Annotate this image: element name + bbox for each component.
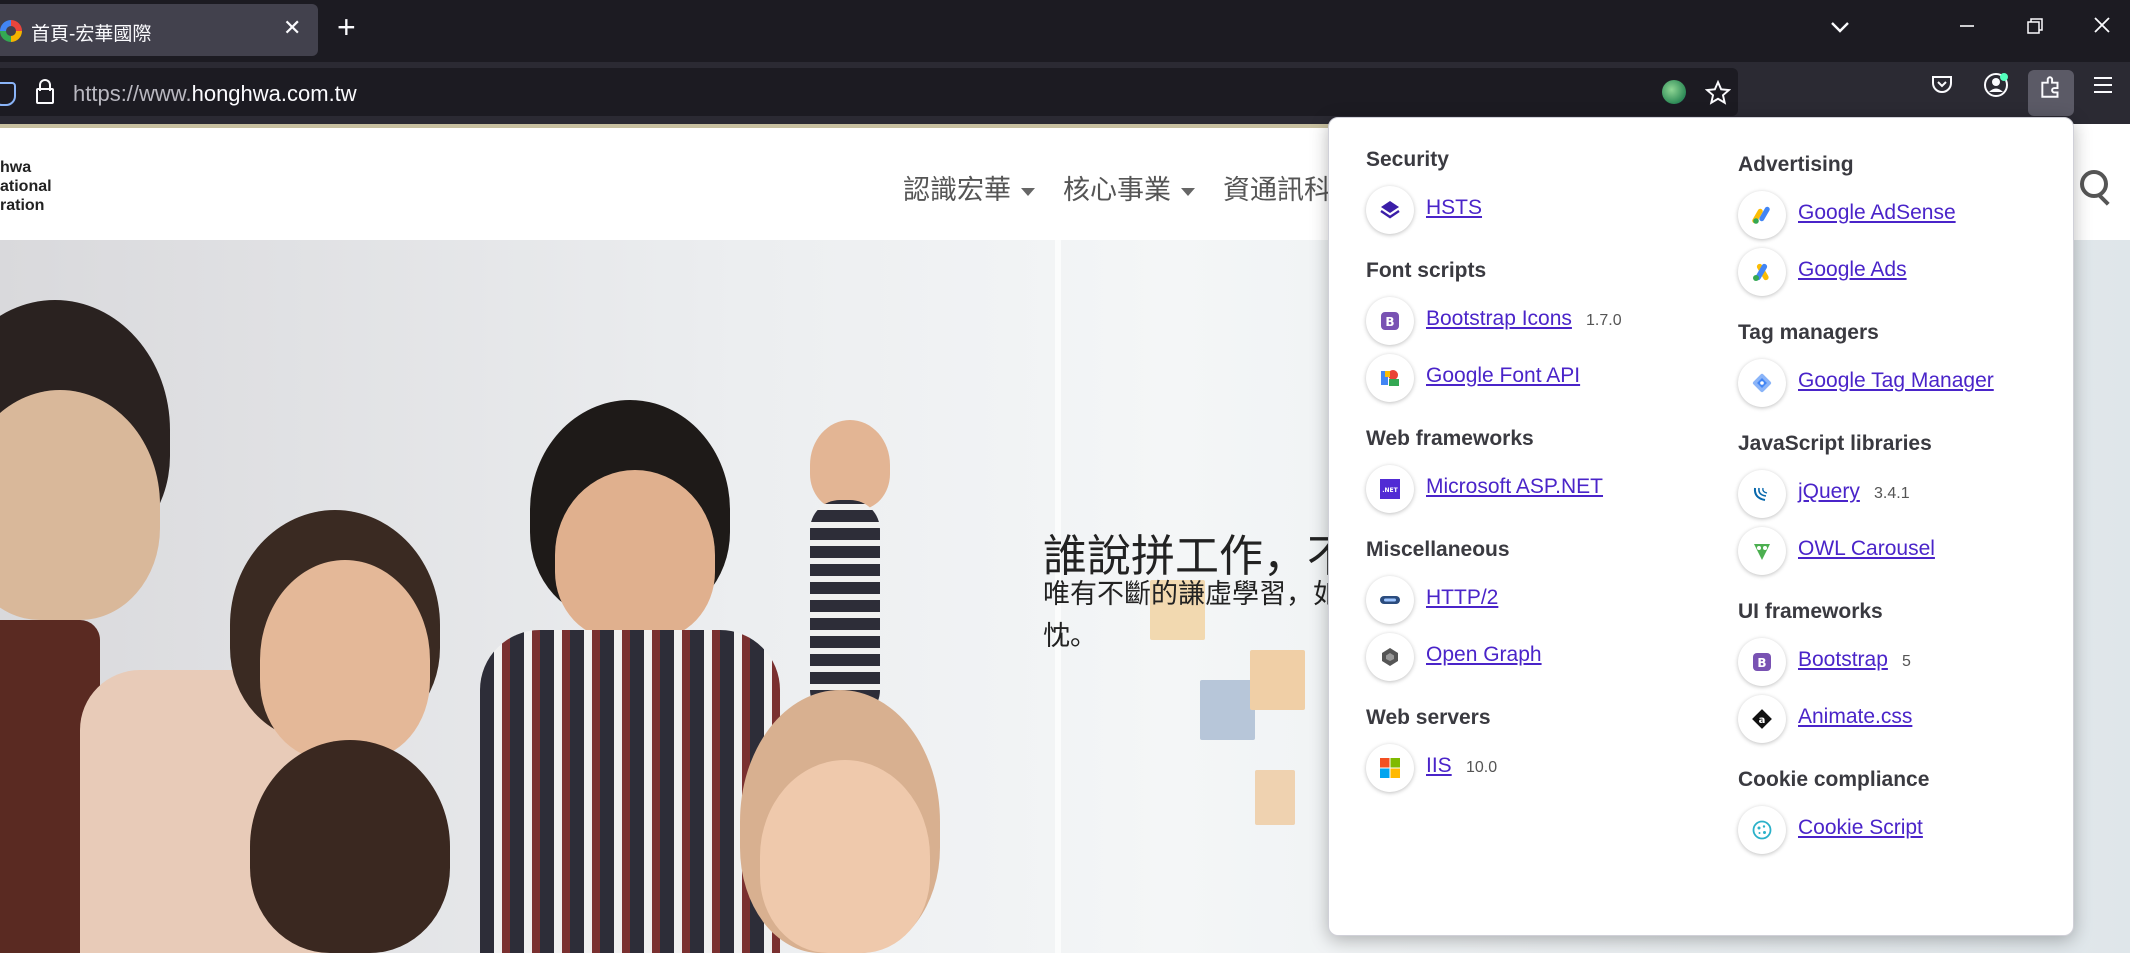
category-heading: Advertising [1738, 153, 1854, 176]
url-text[interactable]: https://www.honghwa.com.tw [73, 81, 357, 107]
technology-version: 3.4.1 [1874, 485, 1910, 502]
technology-link[interactable]: HTTP/2 [1426, 586, 1498, 610]
active-tab[interactable]: 首頁-宏華國際 ✕ [0, 4, 318, 56]
technology-profiler-popup: Security HSTS Font scripts B Bootstrap Icons… [1328, 117, 2074, 936]
google-tag-manager-icon [1738, 359, 1786, 407]
extensions-button[interactable] [2028, 70, 2074, 116]
iis-icon [1366, 744, 1414, 792]
navigation-toolbar: https://www.honghwa.com.tw [0, 62, 2130, 124]
technology-link[interactable]: Google Font API [1426, 364, 1580, 388]
technology-link[interactable]: Google AdSense [1798, 201, 1956, 225]
technology-link[interactable]: Bootstrap Icons [1426, 307, 1572, 331]
restore-icon[interactable] [2026, 10, 2044, 46]
tracking-shield-icon[interactable] [0, 82, 16, 106]
animate-css-icon: a [1738, 695, 1786, 743]
category-heading: Font scripts [1366, 259, 1487, 282]
extensions-icon [2041, 76, 2059, 98]
tab-bar: 首頁-宏華國際 ✕ + [0, 0, 2130, 62]
tab-title: 首頁-宏華國際 [31, 24, 152, 45]
technology-version: 1.7.0 [1586, 312, 1622, 329]
category-heading: Miscellaneous [1366, 538, 1510, 561]
lock-icon[interactable] [36, 79, 54, 104]
close-window-icon[interactable] [2092, 10, 2112, 46]
open-graph-icon [1366, 633, 1414, 681]
technology-link[interactable]: Animate.css [1798, 705, 1912, 729]
google-ads-icon [1738, 248, 1786, 296]
person-photo [810, 500, 880, 720]
technology-link[interactable]: Open Graph [1426, 643, 1542, 667]
jquery-icon [1738, 470, 1786, 518]
google-adsense-icon [1738, 191, 1786, 239]
person-photo [810, 420, 890, 510]
sticky-note-decoration [1250, 650, 1305, 710]
person-photo [760, 760, 930, 953]
url-bar[interactable]: https://www.honghwa.com.tw [0, 68, 1738, 116]
category-heading: JavaScript libraries [1738, 432, 1932, 455]
svg-text:a: a [1759, 715, 1766, 726]
globe-icon[interactable] [1662, 80, 1686, 104]
technology-link[interactable]: Google Ads [1798, 258, 1907, 282]
category-heading: Web servers [1366, 706, 1491, 729]
site-search-icon[interactable] [2080, 170, 2108, 198]
owl-carousel-icon [1738, 527, 1786, 575]
technology-version: 10.0 [1466, 759, 1498, 776]
technology-link[interactable]: Google Tag Manager [1798, 369, 1994, 393]
person-photo [480, 630, 780, 953]
http2-icon [1366, 576, 1414, 624]
svg-text:.NET: .NET [1382, 487, 1398, 494]
hsts-icon [1366, 186, 1414, 234]
technology-link[interactable]: Cookie Script [1798, 816, 1923, 840]
cookie-script-icon [1738, 806, 1786, 854]
menu-item-core-business[interactable]: 核心事業 [1063, 168, 1195, 207]
technology-link[interactable]: Microsoft ASP.NET [1426, 475, 1603, 499]
technology-link[interactable]: jQuery [1798, 480, 1860, 504]
tab-close-icon[interactable]: ✕ [283, 17, 301, 39]
new-tab-button[interactable]: + [337, 11, 356, 43]
category-heading: UI frameworks [1738, 600, 1883, 623]
menu-icon[interactable] [2087, 72, 2119, 104]
caret-down-icon [1021, 187, 1035, 196]
svg-text:B: B [1385, 315, 1394, 329]
hero-subtitle: 唯有不斷的謙虛學習，如 忱。 [1043, 579, 1340, 651]
menu-item-about[interactable]: 認識宏華 [903, 168, 1035, 207]
svg-text:B: B [1757, 656, 1766, 670]
category-heading: Web frameworks [1366, 427, 1534, 450]
bootstrap-icon: B [1738, 638, 1786, 686]
category-heading: Tag managers [1738, 321, 1879, 344]
category-heading: Security [1366, 148, 1449, 171]
pocket-icon[interactable] [1926, 72, 1958, 104]
google-font-api-icon [1366, 354, 1414, 402]
person-photo [260, 560, 430, 760]
minimize-icon[interactable] [1958, 10, 1976, 46]
technology-link[interactable]: OWL Carousel [1798, 537, 1935, 561]
site-favicon-icon [0, 20, 22, 42]
bootstrap-icons-icon: B [1366, 297, 1414, 345]
technology-version: 5 [1902, 653, 1911, 670]
person-photo [250, 740, 450, 953]
caret-down-icon [1181, 187, 1195, 196]
technology-link[interactable]: IIS [1426, 754, 1452, 778]
account-icon[interactable] [1980, 72, 2012, 104]
category-heading: Cookie compliance [1738, 768, 1930, 791]
sticky-note-decoration [1255, 770, 1295, 825]
menu-item-ict[interactable]: 資通訊科 [1223, 168, 1331, 207]
technology-link[interactable]: HSTS [1426, 196, 1482, 220]
sticky-note-decoration [1200, 680, 1255, 740]
technology-link[interactable]: Bootstrap [1798, 648, 1888, 672]
person-photo [555, 470, 715, 640]
site-logo[interactable]: hwa ational ration [0, 158, 52, 215]
bookmark-star-icon[interactable] [1704, 79, 1732, 111]
aspnet-icon: .NET [1366, 465, 1414, 513]
list-all-tabs-icon[interactable] [1830, 10, 1850, 46]
